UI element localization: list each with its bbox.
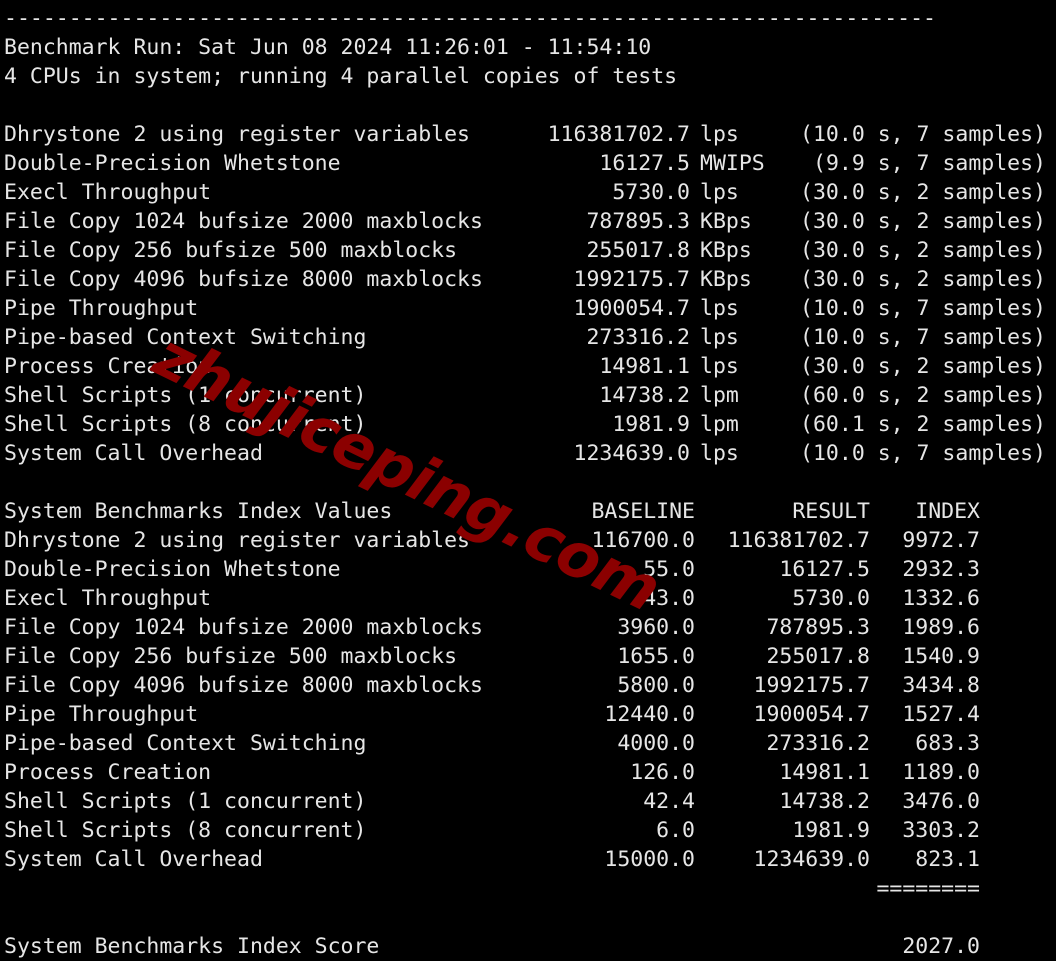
index-table-row: Shell Scripts (1 concurrent) 42.4 14738.2 3… [0, 787, 1056, 816]
index-row-index: 2932.3 [902, 557, 980, 582]
benchmark-run-text: Benchmark Run: Sat Jun 08 2024 11:26:01 … [4, 35, 652, 60]
index-table-header: System Benchmarks Index Values BASELINE RE… [0, 497, 1056, 526]
index-table-row: Double-Precision Whetstone 55.0 16127.5 293… [0, 555, 1056, 584]
index-row-index: 683.3 [915, 731, 980, 756]
raw-result-row: Dhrystone 2 using register variables 1163… [0, 120, 1056, 149]
index-row-index: 1540.9 [902, 644, 980, 669]
raw-result-samples: (10.0 s, 7 samples) [800, 325, 1046, 350]
raw-result-row: File Copy 256 bufsize 500 maxblocks 25501… [0, 236, 1056, 265]
raw-result-row: Execl Throughput 5730.0 lps (30.0 s, 2 samp… [0, 178, 1056, 207]
raw-result-samples: (10.0 s, 7 samples) [800, 122, 1046, 147]
index-table-row: File Copy 4096 bufsize 8000 maxblocks 580… [0, 671, 1056, 700]
index-row-index: 3303.2 [902, 818, 980, 843]
raw-result-row: Double-Precision Whetstone 16127.5 MWIPS (9… [0, 149, 1056, 178]
raw-result-samples: (10.0 s, 7 samples) [800, 296, 1046, 321]
benchmark-run-line: Benchmark Run: Sat Jun 08 2024 11:26:01 … [0, 33, 1056, 62]
raw-result-samples: (9.9 s, 7 samples) [813, 151, 1046, 176]
cpu-info-line: 4 CPUs in system; running 4 parallel cop… [0, 62, 1056, 91]
raw-result-row: Shell Scripts (8 concurrent) 1981.9 lpm (60… [0, 410, 1056, 439]
raw-result-row: Process Creation 14981.1 lps (30.0 s, 2 sam… [0, 352, 1056, 381]
raw-result-samples: (30.0 s, 2 samples) [800, 238, 1046, 263]
separator-dashes: ----------------------------------------… [4, 6, 936, 31]
raw-result-samples: (60.0 s, 2 samples) [800, 383, 1046, 408]
index-table-row: Process Creation 126.0 14981.1 1189.0 [0, 758, 1056, 787]
index-table-row: Execl Throughput 43.0 5730.0 1332.6 [0, 584, 1056, 613]
index-row-index: 1332.6 [902, 586, 980, 611]
index-row-index: 1189.0 [902, 760, 980, 785]
raw-result-samples: (30.0 s, 2 samples) [800, 209, 1046, 234]
terminal-output: ----------------------------------------… [0, 0, 1056, 959]
index-row-index: 9972.7 [902, 528, 980, 553]
raw-result-row: File Copy 1024 bufsize 2000 maxblocks 787… [0, 207, 1056, 236]
raw-result-samples: (60.1 s, 2 samples) [800, 412, 1046, 437]
cpu-info-text: 4 CPUs in system; running 4 parallel cop… [4, 64, 678, 89]
index-table-row: File Copy 256 bufsize 500 maxblocks 1655.… [0, 642, 1056, 671]
separator-line: ----------------------------------------… [0, 4, 1056, 33]
raw-result-samples: (30.0 s, 2 samples) [800, 354, 1046, 379]
index-row-index: 3434.8 [902, 673, 980, 698]
index-table-row: Pipe-based Context Switching 4000.0 273316… [0, 729, 1056, 758]
final-score-value: 2027.0 [902, 934, 980, 959]
index-table-row: Dhrystone 2 using register variables 1167… [0, 526, 1056, 555]
raw-result-row: System Call Overhead 1234639.0 lps (10.0 s,… [0, 439, 1056, 468]
score-separator: ======== [876, 876, 980, 901]
index-row-index: 1989.6 [902, 615, 980, 640]
index-table-row: Pipe Throughput 12440.0 1900054.7 1527.4 [0, 700, 1056, 729]
index-table-row: System Call Overhead 15000.0 1234639.0 823.… [0, 845, 1056, 874]
index-row-index: 1527.4 [902, 702, 980, 727]
index-row-index: 3476.0 [902, 789, 980, 814]
raw-result-row: Shell Scripts (1 concurrent) 14738.2 lpm (6… [0, 381, 1056, 410]
raw-result-row: Pipe Throughput 1900054.7 lps (10.0 s, 7 sa… [0, 294, 1056, 323]
raw-result-samples: (30.0 s, 2 samples) [800, 180, 1046, 205]
score-separator-line: ======== [0, 874, 1056, 903]
column-header-index: INDEX [915, 499, 980, 524]
index-table-row: Shell Scripts (8 concurrent) 6.0 1981.9 330… [0, 816, 1056, 845]
index-table-row: File Copy 1024 bufsize 2000 maxblocks 396… [0, 613, 1056, 642]
raw-result-samples: (30.0 s, 2 samples) [800, 267, 1046, 292]
raw-result-samples: (10.0 s, 7 samples) [800, 441, 1046, 466]
raw-result-row: Pipe-based Context Switching 273316.2 lps(… [0, 323, 1056, 352]
final-score-row: System Benchmarks Index Score 2027.0 [0, 932, 1056, 961]
raw-result-row: File Copy 4096 bufsize 8000 maxblocks 199… [0, 265, 1056, 294]
index-row-index: 823.1 [915, 847, 980, 872]
